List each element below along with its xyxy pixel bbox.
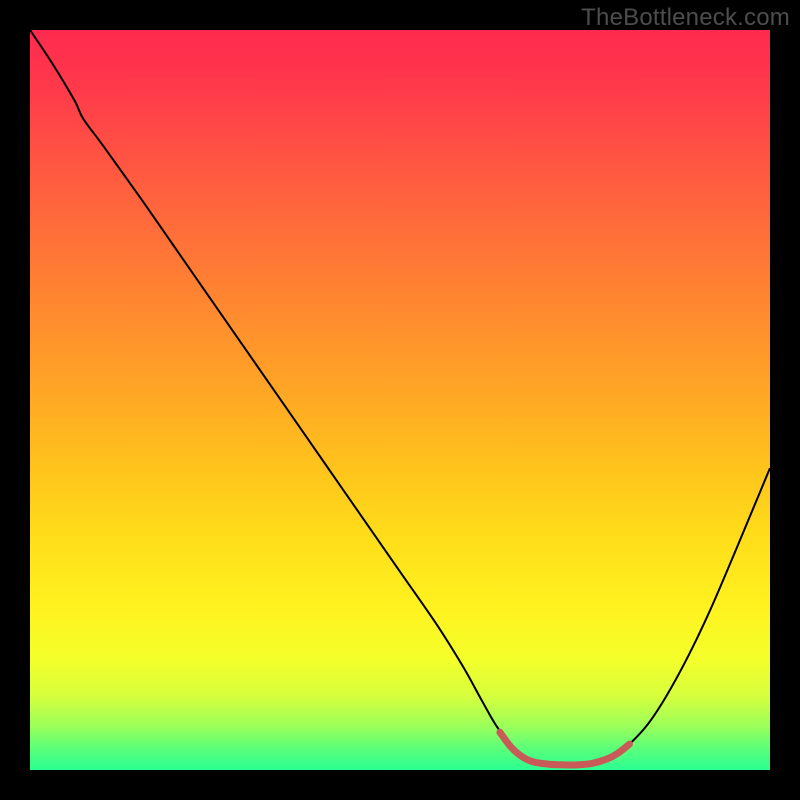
watermark-label: TheBottleneck.com (581, 4, 790, 32)
gradient-background (30, 30, 770, 770)
chart-svg (30, 30, 770, 770)
plot-area (30, 30, 770, 770)
chart-frame: TheBottleneck.com (0, 0, 800, 800)
